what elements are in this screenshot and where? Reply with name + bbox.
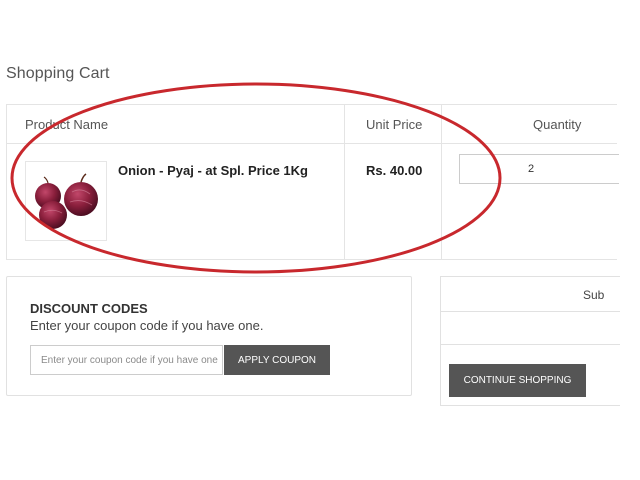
totals-row [441,312,620,345]
subtotal-row: Sub [441,277,620,312]
product-name[interactable]: Onion - Pyaj - at Spl. Price 1Kg [118,163,308,178]
column-divider [441,105,442,259]
cart-table: Product Name Unit Price Quantity Onion -… [6,104,619,260]
coupon-code-input[interactable] [30,345,223,375]
page-title: Shopping Cart [6,65,110,82]
header-product-name: Product Name [25,117,109,132]
header-unit-price: Unit Price [366,117,423,132]
continue-shopping-button[interactable]: CONTINUE SHOPPING [449,364,586,397]
apply-coupon-button[interactable]: APPLY COUPON [224,345,330,375]
header-quantity: Quantity [533,117,582,132]
discount-subtitle: Enter your coupon code if you have one. [30,318,264,333]
onion-image [35,173,98,229]
cart-table-header: Product Name Unit Price Quantity [7,105,617,144]
quantity-input[interactable] [459,154,619,184]
unit-price: Rs. 40.00 [366,163,423,178]
subtotal-label: Sub [583,288,605,302]
discount-codes-panel: DISCOUNT CODES Enter your coupon code if… [6,276,412,396]
discount-title: DISCOUNT CODES [30,301,148,316]
cart-totals-panel: Sub CONTINUE SHOPPING [440,276,620,406]
column-divider [344,105,345,259]
product-image[interactable] [25,161,107,241]
